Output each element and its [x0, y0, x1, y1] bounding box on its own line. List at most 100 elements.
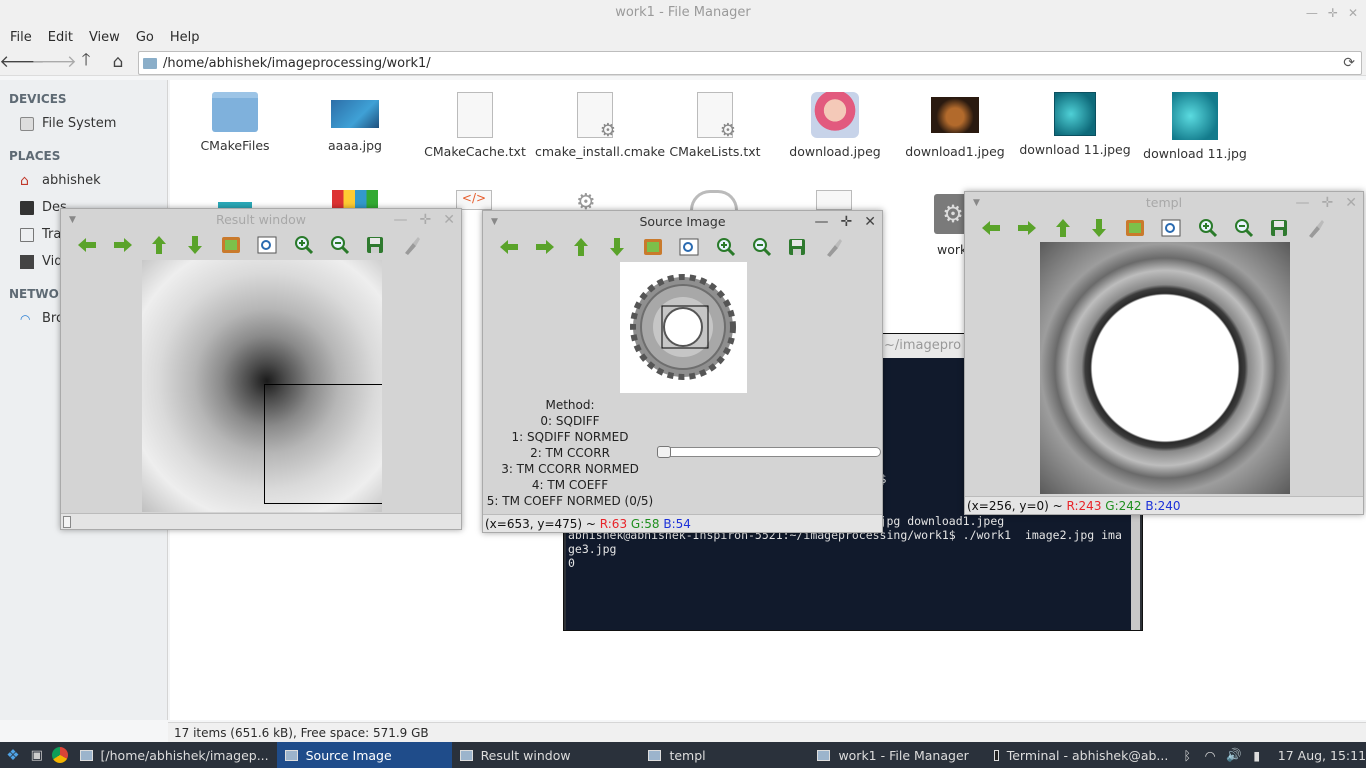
- minimize-icon[interactable]: —: [1306, 0, 1318, 26]
- maximize-icon[interactable]: ✛: [841, 211, 853, 233]
- zoom-fit-icon[interactable]: [249, 231, 285, 259]
- zoom-fit-icon[interactable]: [671, 233, 707, 261]
- file-item[interactable]: ⚙ CMakeLists.txt: [655, 92, 775, 159]
- task-editor[interactable]: [/home/abhishek/imagep...: [72, 742, 277, 768]
- properties-icon[interactable]: [815, 233, 851, 261]
- method-slider[interactable]: [657, 446, 881, 458]
- file-item[interactable]: download1.jpeg: [895, 92, 1015, 159]
- pan-down-icon[interactable]: [1081, 214, 1117, 242]
- maximize-icon[interactable]: ✛: [1322, 192, 1334, 214]
- zoom-out-icon[interactable]: [321, 231, 357, 259]
- minimize-icon[interactable]: —: [1296, 192, 1310, 214]
- task-file-manager[interactable]: work1 - File Manager: [809, 742, 986, 768]
- minimize-icon[interactable]: —: [815, 211, 829, 233]
- minimize-icon[interactable]: —: [394, 209, 408, 231]
- window-title: work1 - File Manager: [615, 5, 751, 20]
- zoom-reset-icon[interactable]: [635, 233, 671, 261]
- devices-header: DEVICES: [9, 92, 67, 106]
- pan-left-icon[interactable]: [491, 233, 527, 261]
- file-item[interactable]: aaaa.jpg: [295, 92, 415, 153]
- clock[interactable]: 17 Aug, 15:11: [1268, 748, 1366, 763]
- wifi-icon[interactable]: ◠: [1198, 748, 1222, 763]
- file-item[interactable]: download 11.jpg: [1135, 92, 1255, 161]
- sidebar-item-file-system[interactable]: File System: [0, 110, 167, 137]
- file-item[interactable]: download.jpeg: [775, 92, 895, 159]
- maximize-icon[interactable]: ✛: [420, 209, 432, 231]
- close-icon[interactable]: ✕: [864, 211, 876, 233]
- file-item[interactable]: download 11.jpeg: [1015, 92, 1135, 157]
- zoom-out-icon[interactable]: [1225, 214, 1261, 242]
- image-thumbnail[interactable]: [332, 190, 378, 210]
- menu-view[interactable]: View: [81, 30, 128, 45]
- slider-handle[interactable]: [657, 446, 671, 458]
- zoom-out-icon[interactable]: [743, 233, 779, 261]
- image-thumbnail[interactable]: [690, 190, 738, 210]
- source-window-titlebar[interactable]: ▼ Source Image — ✛ ✕: [483, 211, 882, 233]
- sidebar-item-home[interactable]: ⌂ abhishek: [0, 167, 167, 194]
- pan-down-icon[interactable]: [599, 233, 635, 261]
- zoom-in-icon[interactable]: [707, 233, 743, 261]
- volume-icon[interactable]: 🔊: [1222, 747, 1246, 763]
- file-item[interactable]: CMakeFiles: [175, 92, 295, 153]
- bluetooth-icon[interactable]: ᛒ: [1176, 748, 1198, 763]
- window-title: templ: [1145, 195, 1183, 210]
- close-icon[interactable]: ✕: [1345, 192, 1357, 214]
- templ-window-titlebar[interactable]: ▼ templ — ✛ ✕: [965, 192, 1363, 214]
- file-item[interactable]: ⚙ cmake_install.cmake: [535, 92, 665, 159]
- save-icon[interactable]: [1261, 214, 1297, 242]
- trackbar[interactable]: [61, 513, 461, 529]
- up-icon[interactable]: 🡑: [70, 50, 102, 74]
- task-result-window[interactable]: Result window: [452, 742, 631, 768]
- window-menu-icon[interactable]: ▼: [491, 211, 498, 233]
- window-menu-icon[interactable]: ▼: [973, 192, 980, 214]
- pan-right-icon[interactable]: [527, 233, 563, 261]
- reload-icon[interactable]: ⟳: [1343, 55, 1355, 71]
- properties-icon[interactable]: [393, 231, 429, 259]
- file-manager-titlebar[interactable]: work1 - File Manager — ✛ ✕: [0, 0, 1366, 26]
- forward-icon[interactable]: 🡒: [31, 50, 77, 74]
- browser-launcher-icon[interactable]: [48, 747, 72, 763]
- trackbar-handle[interactable]: [63, 516, 71, 528]
- menu-help[interactable]: Help: [162, 30, 208, 45]
- result-image[interactable]: [142, 260, 382, 512]
- menu-go[interactable]: Go: [128, 30, 162, 45]
- save-icon[interactable]: [779, 233, 815, 261]
- window-menu-icon[interactable]: ▼: [69, 209, 76, 231]
- pan-up-icon[interactable]: [1045, 214, 1081, 242]
- source-image[interactable]: [620, 262, 747, 393]
- maximize-icon[interactable]: ✛: [1328, 0, 1338, 26]
- zoom-fit-icon[interactable]: [1153, 214, 1189, 242]
- result-window-titlebar[interactable]: ▼ Result window — ✛ ✕: [61, 209, 461, 231]
- pan-left-icon[interactable]: [973, 214, 1009, 242]
- home-icon[interactable]: ⌂: [102, 50, 134, 74]
- menu-edit[interactable]: Edit: [40, 30, 81, 45]
- pan-right-icon[interactable]: [105, 231, 141, 259]
- location-bar[interactable]: /home/abhishek/imageprocessing/work1/ ⟳: [138, 51, 1362, 75]
- app-menu-icon[interactable]: ❖: [0, 746, 26, 764]
- zoom-reset-icon[interactable]: [1117, 214, 1153, 242]
- pan-left-icon[interactable]: [69, 231, 105, 259]
- zoom-in-icon[interactable]: [1189, 214, 1225, 242]
- file-item[interactable]: CMakeCache.txt: [415, 92, 535, 159]
- code-file-icon[interactable]: </>: [456, 190, 492, 210]
- zoom-reset-icon[interactable]: [213, 231, 249, 259]
- zoom-in-icon[interactable]: [285, 231, 321, 259]
- pan-down-icon[interactable]: [177, 231, 213, 259]
- pan-up-icon[interactable]: [141, 231, 177, 259]
- close-icon[interactable]: ✕: [443, 209, 455, 231]
- task-terminal[interactable]: Terminal - abhishek@ab...: [986, 742, 1176, 768]
- battery-icon[interactable]: ▮: [1246, 748, 1268, 763]
- file-manager-launcher-icon[interactable]: ▣: [26, 748, 48, 763]
- file-label: CMakeFiles: [200, 138, 270, 153]
- pan-right-icon[interactable]: [1009, 214, 1045, 242]
- text-file-icon[interactable]: [816, 190, 852, 210]
- menu-file[interactable]: File: [2, 30, 40, 45]
- pan-up-icon[interactable]: [563, 233, 599, 261]
- task-templ[interactable]: templ: [630, 742, 809, 768]
- folder-icon: [212, 92, 258, 132]
- template-image[interactable]: [1040, 242, 1290, 494]
- task-source-image[interactable]: Source Image: [276, 742, 452, 768]
- save-icon[interactable]: [357, 231, 393, 259]
- close-icon[interactable]: ✕: [1348, 0, 1358, 26]
- properties-icon[interactable]: [1297, 214, 1333, 242]
